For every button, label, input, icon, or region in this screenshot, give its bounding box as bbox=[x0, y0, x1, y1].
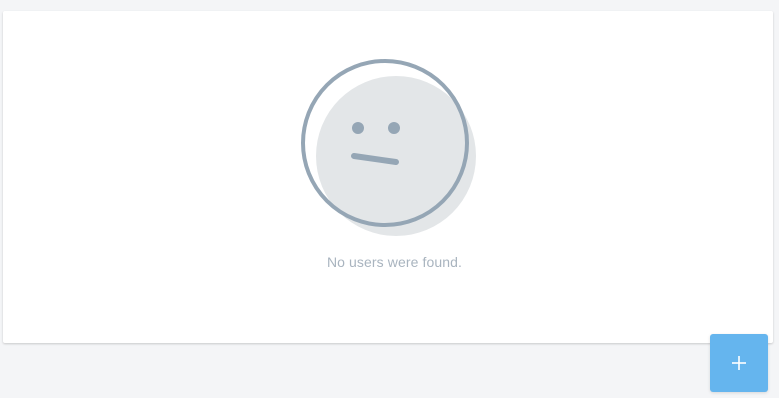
users-list-panel: No users were found. bbox=[3, 11, 773, 343]
empty-state-message: No users were found. bbox=[326, 254, 463, 270]
empty-state-illustration bbox=[301, 46, 481, 238]
plus-icon bbox=[732, 356, 746, 370]
neutral-face-icon bbox=[301, 59, 476, 236]
add-user-button[interactable] bbox=[710, 334, 768, 392]
